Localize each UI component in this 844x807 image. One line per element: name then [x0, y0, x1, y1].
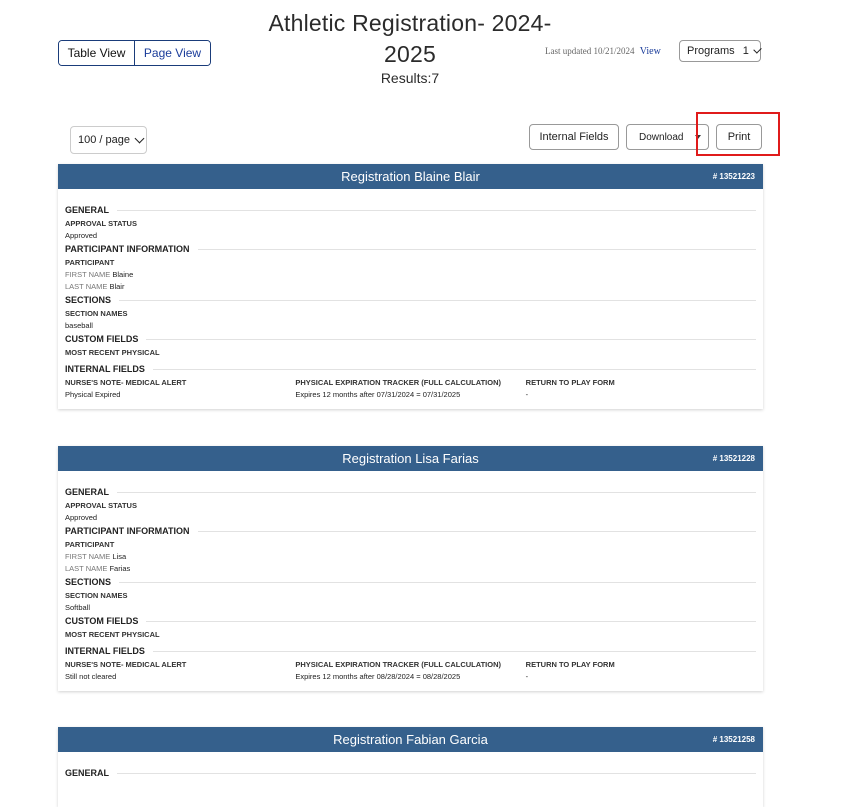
- last-updated-text: Last updated 10/21/2024: [545, 46, 635, 56]
- return-to-play-value: -: [525, 390, 529, 399]
- first-name-value: Lisa: [112, 552, 127, 561]
- registration-number: # 13521228: [712, 454, 755, 463]
- last-name-label: LAST NAME: [65, 564, 108, 573]
- section-label: SECTIONS: [65, 295, 112, 305]
- registration-title: Registration Blaine Blair: [341, 169, 480, 184]
- section-label: GENERAL: [65, 768, 110, 778]
- nurse-note-value: Physical Expired: [65, 390, 121, 399]
- section-sections: SECTIONS: [65, 577, 756, 587]
- field-label: NURSE'S NOTE- MEDICAL ALERT: [65, 660, 187, 669]
- section-label: PARTICIPANT INFORMATION: [65, 244, 190, 254]
- registration-number: # 13521223: [712, 172, 755, 181]
- section-label: INTERNAL FIELDS: [65, 364, 145, 374]
- first-name-row: FIRST NAME Lisa: [65, 552, 756, 561]
- registration-title: Registration Lisa Farias: [342, 451, 479, 466]
- field-label: SECTION NAMES: [65, 309, 128, 318]
- table-view-button[interactable]: Table View: [59, 41, 135, 65]
- section-names-value: Softball: [65, 603, 91, 612]
- page-view-button[interactable]: Page View: [135, 41, 210, 65]
- registration-header: Registration Blaine Blair # 13521223: [58, 164, 763, 189]
- field-label: RETURN TO PLAY FORM: [525, 378, 615, 387]
- programs-count: 1: [742, 45, 749, 57]
- tracker-value: Expires 12 months after 08/28/2024 = 08/…: [295, 672, 461, 681]
- last-name-value: Blair: [109, 282, 125, 291]
- field-label: SECTION NAMES: [65, 591, 128, 600]
- last-name-label: LAST NAME: [65, 282, 108, 291]
- chevron-down-icon: [753, 45, 762, 54]
- view-link[interactable]: View: [640, 46, 661, 57]
- section-participant-info: PARTICIPANT INFORMATION: [65, 526, 756, 536]
- results-count: Results:7: [380, 70, 440, 86]
- programs-label: Programs: [687, 45, 735, 57]
- registration-card: Registration Lisa Farias # 13521228 GENE…: [58, 446, 763, 691]
- registration-card: Registration Fabian Garcia # 13521258 GE…: [58, 727, 763, 807]
- field-label: PHYSICAL EXPIRATION TRACKER (FULL CALCUL…: [295, 660, 502, 669]
- section-general: GENERAL: [65, 768, 756, 778]
- section-custom-fields: CUSTOM FIELDS: [65, 616, 756, 626]
- field-label: APPROVAL STATUS: [65, 219, 137, 228]
- internal-fields-grid: NURSE'S NOTE- MEDICAL ALERT Physical Exp…: [65, 378, 756, 399]
- section-sections: SECTIONS: [65, 295, 756, 305]
- page-title: Athletic Registration- 2024-2025: [268, 10, 552, 67]
- section-label: SECTIONS: [65, 577, 112, 587]
- field-label: PARTICIPANT: [65, 540, 115, 549]
- last-name-value: Farias: [109, 564, 131, 573]
- chevron-down-icon: [134, 133, 145, 144]
- nurse-note-value: Still not cleared: [65, 672, 117, 681]
- per-page-select[interactable]: 100 / page: [70, 126, 147, 154]
- return-to-play-value: -: [525, 672, 529, 681]
- last-updated: Last updated 10/21/2024 View: [545, 46, 661, 57]
- section-general: GENERAL: [65, 487, 756, 497]
- internal-fields-grid: NURSE'S NOTE- MEDICAL ALERT Still not cl…: [65, 660, 756, 681]
- registration-title: Registration Fabian Garcia: [333, 732, 488, 747]
- field-label: APPROVAL STATUS: [65, 501, 137, 510]
- field-label: PARTICIPANT: [65, 258, 115, 267]
- section-internal-fields: INTERNAL FIELDS: [65, 364, 756, 374]
- download-label: Download: [639, 131, 684, 143]
- field-label: MOST RECENT PHYSICAL: [65, 348, 160, 357]
- highlight-box: [696, 112, 780, 156]
- field-label: NURSE'S NOTE- MEDICAL ALERT: [65, 378, 187, 387]
- section-label: GENERAL: [65, 205, 110, 215]
- registration-number: # 13521258: [712, 735, 755, 744]
- section-general: GENERAL: [65, 205, 756, 215]
- section-label: INTERNAL FIELDS: [65, 646, 145, 656]
- registration-card: Registration Blaine Blair # 13521223 GEN…: [58, 164, 763, 409]
- tracker-value: Expires 12 months after 07/31/2024 = 07/…: [295, 390, 461, 399]
- first-name-label: FIRST NAME: [65, 552, 111, 561]
- first-name-row: FIRST NAME Blaine: [65, 270, 756, 279]
- section-label: CUSTOM FIELDS: [65, 334, 139, 344]
- programs-dropdown[interactable]: Programs 1: [679, 40, 762, 62]
- section-participant-info: PARTICIPANT INFORMATION: [65, 244, 756, 254]
- field-label: PHYSICAL EXPIRATION TRACKER (FULL CALCUL…: [295, 378, 502, 387]
- approval-status-value: Approved: [65, 231, 98, 240]
- last-name-row: LAST NAME Farias: [65, 564, 756, 573]
- section-label: CUSTOM FIELDS: [65, 616, 139, 626]
- last-name-row: LAST NAME Blair: [65, 282, 756, 291]
- view-toggle: Table View Page View: [58, 40, 211, 66]
- section-label: PARTICIPANT INFORMATION: [65, 526, 190, 536]
- first-name-label: FIRST NAME: [65, 270, 111, 279]
- section-label: GENERAL: [65, 487, 110, 497]
- registration-header: Registration Lisa Farias # 13521228: [58, 446, 763, 471]
- section-names-value: baseball: [65, 321, 93, 330]
- field-label: RETURN TO PLAY FORM: [525, 660, 615, 669]
- section-internal-fields: INTERNAL FIELDS: [65, 646, 756, 656]
- per-page-value: 100 / page: [78, 134, 130, 146]
- internal-fields-button[interactable]: Internal Fields: [529, 124, 619, 150]
- approval-status-value: Approved: [65, 513, 98, 522]
- first-name-value: Blaine: [112, 270, 134, 279]
- field-label: MOST RECENT PHYSICAL: [65, 630, 160, 639]
- section-custom-fields: CUSTOM FIELDS: [65, 334, 756, 344]
- registration-header: Registration Fabian Garcia # 13521258: [58, 727, 763, 752]
